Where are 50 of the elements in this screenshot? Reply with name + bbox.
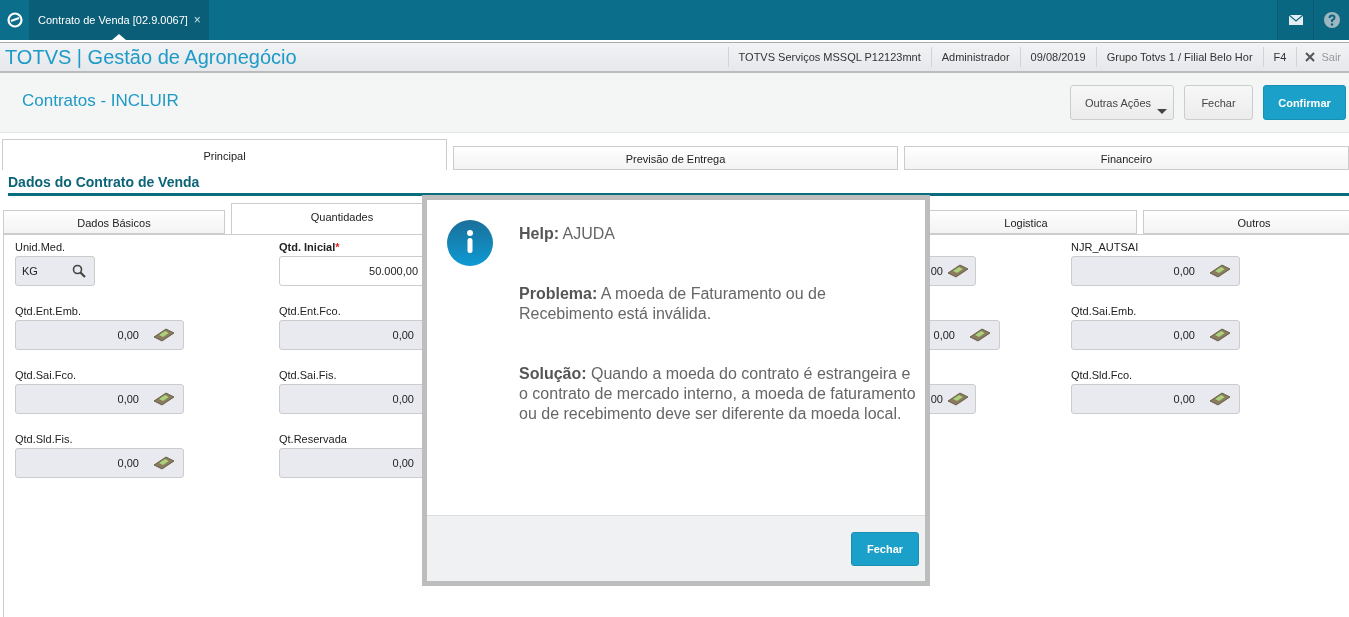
search-icon[interactable] — [72, 264, 86, 278]
header-info: Administrador — [930, 47, 1020, 67]
help-heading: Help: AJUDA — [519, 224, 615, 244]
header-info: Grupo Totvs 1 / Filial Belo Hor — [1095, 47, 1263, 67]
calculator-icon[interactable] — [1209, 264, 1231, 278]
calculator-icon[interactable] — [153, 456, 175, 470]
tab[interactable]: Principal — [2, 139, 447, 170]
calculator-icon[interactable] — [947, 392, 969, 406]
app-title: TOTVS | Gestão de Agronegócio — [4, 45, 297, 69]
field-label: Qtd.Sai.Emb. — [1071, 305, 1138, 319]
calculator-icon[interactable] — [947, 264, 969, 278]
field-label: Qtd.Sld.Fis. — [15, 433, 74, 447]
field-label: Unid.Med. — [15, 241, 67, 255]
logo-icon[interactable] — [6, 12, 23, 28]
number-field[interactable]: 0,00 — [15, 448, 184, 478]
solution-text: Solução: Quando a moeda do contrato é estrangeira e o contrato de mercado interno, a moeda de faturamento ou de recebimento deve ser diferente da moeda local. — [519, 364, 917, 424]
number-field[interactable]: 0,00 — [1071, 384, 1240, 414]
header-info: TOTVS Serviços MSSQL P12123mnt — [727, 47, 931, 67]
header-info: 09/08/2019 — [1019, 47, 1096, 67]
tab[interactable]: Financeiro — [904, 146, 1349, 170]
lookup-field[interactable]: KG — [15, 256, 95, 286]
help-icon[interactable] — [1323, 12, 1340, 28]
problem-text: Problema: A moeda de Faturamento ou de Recebimento está inválida. — [519, 284, 827, 324]
close-button[interactable]: Fechar — [1184, 85, 1253, 120]
mail-icon[interactable] — [1288, 15, 1303, 25]
tab[interactable]: Previsão de Entrega — [453, 146, 898, 170]
header-info: F4 — [1262, 47, 1297, 67]
field-label: NJR_AUTSAI — [1071, 241, 1140, 255]
field-label: Qtd. Inicial* — [279, 241, 341, 255]
calculator-icon[interactable] — [153, 328, 175, 342]
number-field[interactable]: 0,00 — [1071, 320, 1240, 350]
field-label: Qtd.Ent.Emb. — [15, 305, 83, 319]
calculator-icon[interactable] — [1209, 392, 1231, 406]
info-icon — [447, 220, 493, 266]
window-tab[interactable]: Contrato de Venda [02.9.0067] × — [30, 0, 209, 40]
number-field[interactable]: 0,00 — [15, 384, 184, 414]
number-field[interactable]: 0,00 — [15, 320, 184, 350]
field-label: Qtd.Sai.Fco. — [15, 369, 78, 383]
calculator-icon[interactable] — [969, 328, 991, 342]
field-label: Qt.Reservada — [279, 433, 348, 447]
tab[interactable]: Dados Básicos — [3, 210, 225, 234]
tab[interactable]: Outros — [1143, 210, 1349, 234]
field-label: Qtd.Sld.Fco. — [1071, 369, 1134, 383]
calculator-icon[interactable] — [1209, 328, 1231, 342]
close-icon[interactable]: × — [193, 13, 201, 27]
close-icon — [1305, 52, 1316, 62]
page-title: Contratos - INCLUIR — [22, 90, 179, 111]
calculator-icon[interactable] — [153, 392, 175, 406]
actions-menu-button[interactable]: Outras Ações — [1070, 85, 1174, 120]
number-field[interactable]: 0,00 — [1071, 256, 1240, 286]
